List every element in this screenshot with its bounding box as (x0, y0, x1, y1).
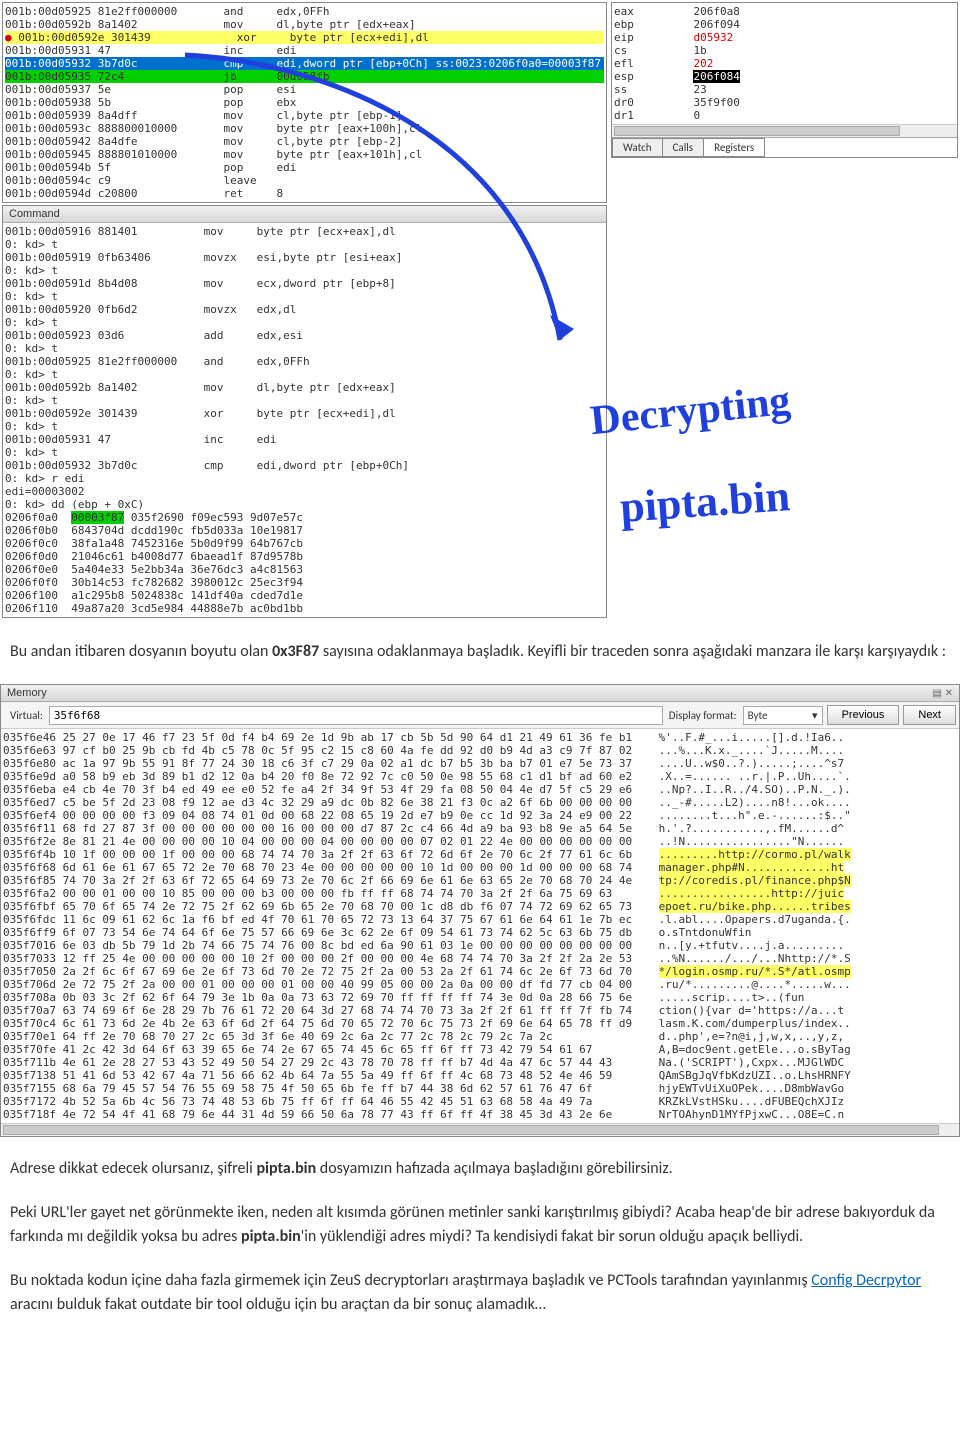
register-row: ss 23 (614, 83, 955, 96)
text: dosyamızın hafızada açılmaya başladığını… (316, 1159, 673, 1178)
hex-row[interactable]: 035f708a 0b 03 3c 2f 62 6f 64 79 3e 1b 0… (3, 991, 957, 1004)
register-row: efl 202 (614, 57, 955, 70)
hex-row[interactable]: 035f718f 4e 72 54 4f 41 68 79 6e 44 31 4… (3, 1108, 957, 1121)
registers-scroll[interactable] (612, 124, 957, 137)
text-bold: 0x3F87 (272, 642, 319, 661)
hex-row[interactable]: 035f6e9d a0 58 b9 eb 3d 89 b1 d2 12 0a b… (3, 770, 957, 783)
handwriting-2: pipta.bin (619, 474, 792, 530)
chevron-down-icon: ▾ (812, 709, 818, 722)
registers-pane: eax 206f0a8ebp 206f094eip d05932cs 1befl… (611, 2, 958, 158)
register-row: eip d05932 (614, 31, 955, 44)
text-bold: pipta.bin (241, 1227, 301, 1246)
hex-row[interactable]: 035f6f11 68 fd 27 87 3f 00 00 00 00 00 0… (3, 822, 957, 835)
hex-row[interactable]: 035f6e80 ac 1a 97 9b 55 91 8f 77 24 30 1… (3, 757, 957, 770)
hex-row[interactable]: 035f7138 51 41 6d 53 42 67 4a 71 56 66 6… (3, 1069, 957, 1082)
paragraph-3: Peki URL'ler gayet net görünmekte iken, … (10, 1201, 950, 1249)
memory-title: Memory (7, 687, 47, 699)
hex-row[interactable]: 035f7050 2a 2f 6c 6f 67 69 6e 2e 6f 73 6… (3, 965, 957, 978)
text: aracını bulduk fakat outdate bir tool ol… (10, 1295, 546, 1314)
virtual-label: Virtual: (4, 709, 49, 722)
hex-row[interactable]: 035f7016 6e 03 db 5b 79 1d 2b 74 66 75 7… (3, 939, 957, 952)
hex-row[interactable]: 035f6f4b 10 1f 00 00 00 1f 00 00 00 68 7… (3, 848, 957, 861)
paragraph-2: Adrese dikkat edecek olursanız, şifreli … (10, 1157, 950, 1181)
display-format-select[interactable]: Byte▾ (743, 706, 823, 725)
hex-row[interactable]: 035f711b 4e 61 2e 28 27 53 43 52 49 50 5… (3, 1056, 957, 1069)
hex-row[interactable]: 035f7155 68 6a 79 45 57 54 76 55 69 58 7… (3, 1082, 957, 1095)
hex-row[interactable]: 035f6f85 74 70 3a 2f 2f 63 6f 72 65 64 6… (3, 874, 957, 887)
memory-scroll[interactable] (1, 1123, 959, 1136)
memory-icons: ▤ ✕ (932, 688, 953, 699)
hex-row[interactable]: 035f6eba e4 cb 4e 70 3f b4 ed 49 ee e0 5… (3, 783, 957, 796)
hex-row[interactable]: 035f7033 12 ff 25 4e 00 00 00 00 00 10 2… (3, 952, 957, 965)
hex-row[interactable]: 035f6e63 97 cf b0 25 9b cb fd 4b c5 78 0… (3, 744, 957, 757)
hex-row[interactable]: 035f6f68 6d 61 6e 61 67 65 72 2e 70 68 7… (3, 861, 957, 874)
previous-button[interactable]: Previous (827, 705, 900, 725)
hex-row[interactable]: 035f70a7 63 74 69 6f 6e 28 29 7b 76 61 7… (3, 1004, 957, 1017)
hex-row[interactable]: 035f6fa2 00 00 01 00 00 10 85 00 00 00 b… (3, 887, 957, 900)
register-row: ebp 206f094 (614, 18, 955, 31)
register-row: eax 206f0a8 (614, 5, 955, 18)
memory-pane: Memory ▤ ✕ Virtual: Display format: Byte… (0, 684, 960, 1137)
text: Adrese dikkat edecek olursanız, şifreli (10, 1159, 256, 1178)
hex-row[interactable]: 035f6f2e 8e 81 21 4e 00 00 00 00 10 04 0… (3, 835, 957, 848)
register-row: cs 1b (614, 44, 955, 57)
hex-row[interactable]: 035f706d 2e 72 75 2f 2a 00 00 01 00 00 0… (3, 978, 957, 991)
text: Bu andan itibaren dosyanın boyutu olan (10, 642, 272, 661)
display-format-label: Display format: (663, 709, 743, 722)
hex-row[interactable]: 035f6fbf 65 70 6f 65 74 2e 72 75 2f 62 6… (3, 900, 957, 913)
hex-row[interactable]: 035f70c4 6c 61 73 6d 2e 4b 2e 63 6f 6d 2… (3, 1017, 957, 1030)
hex-row[interactable]: 035f70fe 41 2c 42 3d 64 6f 63 39 65 6e 7… (3, 1043, 957, 1056)
text: sayısına odaklanmaya başladık. Keyifli b… (319, 642, 946, 661)
paragraph-4: Bu noktada kodun içine daha fazla girmem… (10, 1269, 950, 1317)
text-bold: pipta.bin (256, 1159, 316, 1178)
tab-registers[interactable]: Registers (703, 138, 765, 157)
hex-row[interactable]: 035f70e1 64 ff 2e 70 68 70 27 2c 65 3d 3… (3, 1030, 957, 1043)
text: 'in yüklendiği adres miydi? Ta kendisiyd… (301, 1227, 803, 1246)
hex-row[interactable]: 035f6ef4 00 00 00 00 f3 09 04 08 74 01 0… (3, 809, 957, 822)
hex-row[interactable]: 035f6ff9 6f 07 73 54 6e 74 64 6f 6e 75 5… (3, 926, 957, 939)
hex-row[interactable]: 035f7172 4b 52 5a 6b 4c 56 73 74 48 53 6… (3, 1095, 957, 1108)
hex-row[interactable]: 035f6ed7 c5 be 5f 2d 23 08 f9 12 ae d3 4… (3, 796, 957, 809)
register-row: dr0 35f9f00 (614, 96, 955, 109)
register-row: esp 206f084 (614, 70, 955, 83)
text: Bu noktada kodun içine daha fazla girmem… (10, 1271, 811, 1290)
register-row: dr1 0 (614, 109, 955, 122)
hex-row[interactable]: 035f6fdc 11 6c 09 61 62 6c 1a f6 bf ed 4… (3, 913, 957, 926)
annotation-arrow (0, 0, 620, 620)
tab-calls[interactable]: Calls (662, 138, 705, 157)
next-button[interactable]: Next (903, 705, 956, 725)
paragraph-1: Bu andan itibaren dosyanın boyutu olan 0… (10, 640, 950, 664)
hex-row[interactable]: 035f6e46 25 27 0e 17 46 f7 23 5f 0d f4 b… (3, 731, 957, 744)
config-decryptor-link[interactable]: Config Decrpytor (811, 1271, 921, 1290)
virtual-input[interactable] (49, 706, 663, 725)
